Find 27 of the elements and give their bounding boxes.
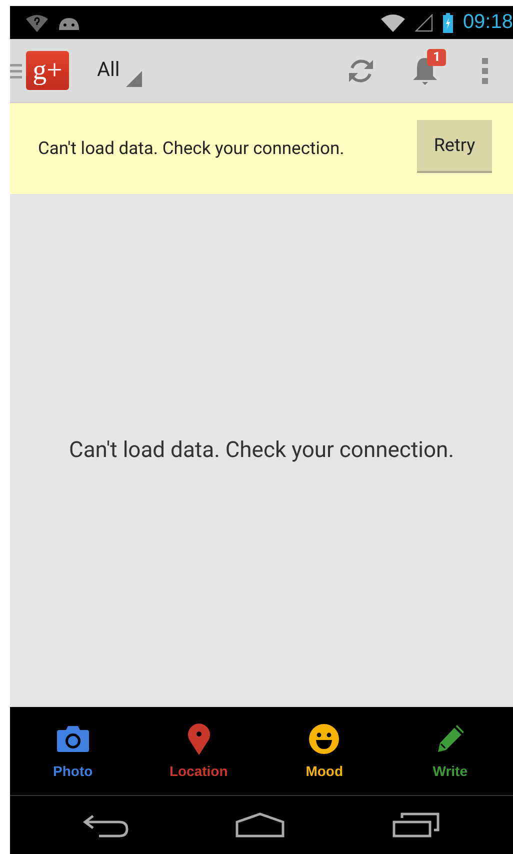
stream-dropdown[interactable]: All [91, 48, 148, 92]
wifi-icon [380, 14, 405, 32]
compose-action[interactable]: Location [136, 707, 262, 795]
wifi-question-icon [26, 14, 48, 32]
battery-icon [442, 12, 453, 32]
smiley-icon [309, 724, 340, 754]
notification-badge: 1 [427, 48, 446, 66]
back-icon[interactable] [83, 812, 130, 838]
app-logo[interactable]: g+ [26, 51, 69, 90]
empty-state-message: Can't load data. Check your connection. [69, 438, 454, 463]
clock-time: 09:18 [462, 11, 513, 34]
pencil-icon [435, 724, 466, 754]
compose-action[interactable]: Mood [262, 707, 388, 795]
home-icon[interactable] [235, 812, 286, 838]
signal-icon [414, 14, 433, 32]
dropdown-caret-icon [126, 70, 142, 86]
overflow-menu-icon[interactable] [482, 58, 488, 84]
compose-action[interactable]: Photo [10, 707, 136, 795]
refresh-icon[interactable] [347, 56, 375, 84]
retry-button[interactable]: Retry [417, 120, 492, 173]
compose-action[interactable]: Write [387, 707, 513, 795]
menu-icon[interactable] [10, 62, 22, 78]
camera-icon [56, 725, 90, 753]
error-message: Can't load data. Check your connection. [38, 138, 346, 158]
android-icon [58, 16, 80, 30]
recent-apps-icon[interactable] [392, 812, 440, 838]
map-pin-icon [186, 723, 211, 755]
